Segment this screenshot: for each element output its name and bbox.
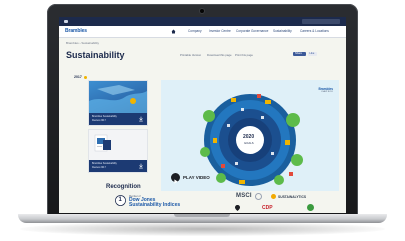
- webcam: [200, 9, 204, 13]
- report-card[interactable]: Brambles Sustainability Review 2017: [89, 81, 147, 125]
- share-button[interactable]: Share: [293, 52, 306, 56]
- report-caption: Brambles Sustainability Review 2017: [89, 160, 147, 172]
- sustainalytics-logo: SUSTAINALYTICS: [278, 195, 307, 199]
- recognition-heading: Recognition: [106, 184, 141, 190]
- like-label: Like: [309, 52, 315, 56]
- nav-item-sustainability[interactable]: Sustainability: [273, 29, 292, 33]
- video-player[interactable]: 2020 GOALS Brambles CHEP IFCO PLAY VIDEO: [161, 80, 339, 191]
- laptop-shadow: [20, 222, 385, 236]
- report-caption: Brambles Sustainability Review 2017: [89, 113, 147, 125]
- laptop-notch: [174, 214, 230, 217]
- award-number: 1: [118, 196, 122, 203]
- play-icon[interactable]: [171, 173, 180, 184]
- home-icon[interactable]: [171, 29, 176, 34]
- year-label[interactable]: 2017: [74, 75, 82, 79]
- main-navigation: Brambles Company Investor Centre Corpora…: [59, 26, 346, 38]
- like-button[interactable]: Like: [308, 52, 317, 56]
- download-icon[interactable]: [138, 116, 144, 122]
- msci-logo: MSCI: [236, 193, 252, 199]
- download-page-link[interactable]: Download this page: [207, 53, 232, 57]
- utility-bar: [59, 17, 346, 26]
- video-center-year: 2020: [243, 134, 255, 140]
- play-video-button[interactable]: PLAY VIDEO: [183, 175, 210, 180]
- report-cover-image: [89, 130, 147, 160]
- report-subtitle: Review 2017: [92, 118, 106, 122]
- download-icon[interactable]: [138, 163, 144, 169]
- brambles-logo[interactable]: Brambles: [65, 28, 87, 34]
- laptop-screen: Brambles Company Investor Centre Corpora…: [59, 17, 346, 213]
- printable-version-link[interactable]: Printable Version: [180, 53, 201, 57]
- breadcrumb[interactable]: Brambles › Sustainability: [66, 41, 99, 45]
- video-brand-sub: CHEP IFCO: [321, 91, 333, 93]
- location-pin-icon: [235, 205, 240, 211]
- nav-item-company[interactable]: Company: [188, 29, 202, 33]
- report-card[interactable]: Brambles Sustainability Review 2017: [89, 130, 147, 172]
- page-title: Sustainability: [66, 50, 125, 60]
- report-cover-image: [89, 81, 147, 113]
- nav-item-corporate-governance[interactable]: Corporate Governance: [236, 29, 268, 33]
- nav-item-careers[interactable]: Careers & Locations: [300, 29, 329, 33]
- msci-badge-icon: [255, 193, 262, 200]
- green-award-icon: [307, 204, 314, 211]
- year-marker-icon: [84, 76, 87, 79]
- site-search-input[interactable]: [302, 19, 340, 24]
- report-subtitle: Review 2017: [92, 165, 106, 169]
- region-flag-icon[interactable]: [64, 20, 68, 23]
- nav-item-investor-centre[interactable]: Investor Centre: [209, 29, 231, 33]
- cdp-logo: CDP: [262, 205, 273, 211]
- print-page-link[interactable]: Print this page: [235, 53, 253, 57]
- share-label: Share: [295, 52, 302, 56]
- video-center-text: GOALS: [244, 141, 254, 145]
- dj-name-line2: Sustainability Indices: [129, 202, 181, 208]
- sustainalytics-icon: [271, 194, 276, 199]
